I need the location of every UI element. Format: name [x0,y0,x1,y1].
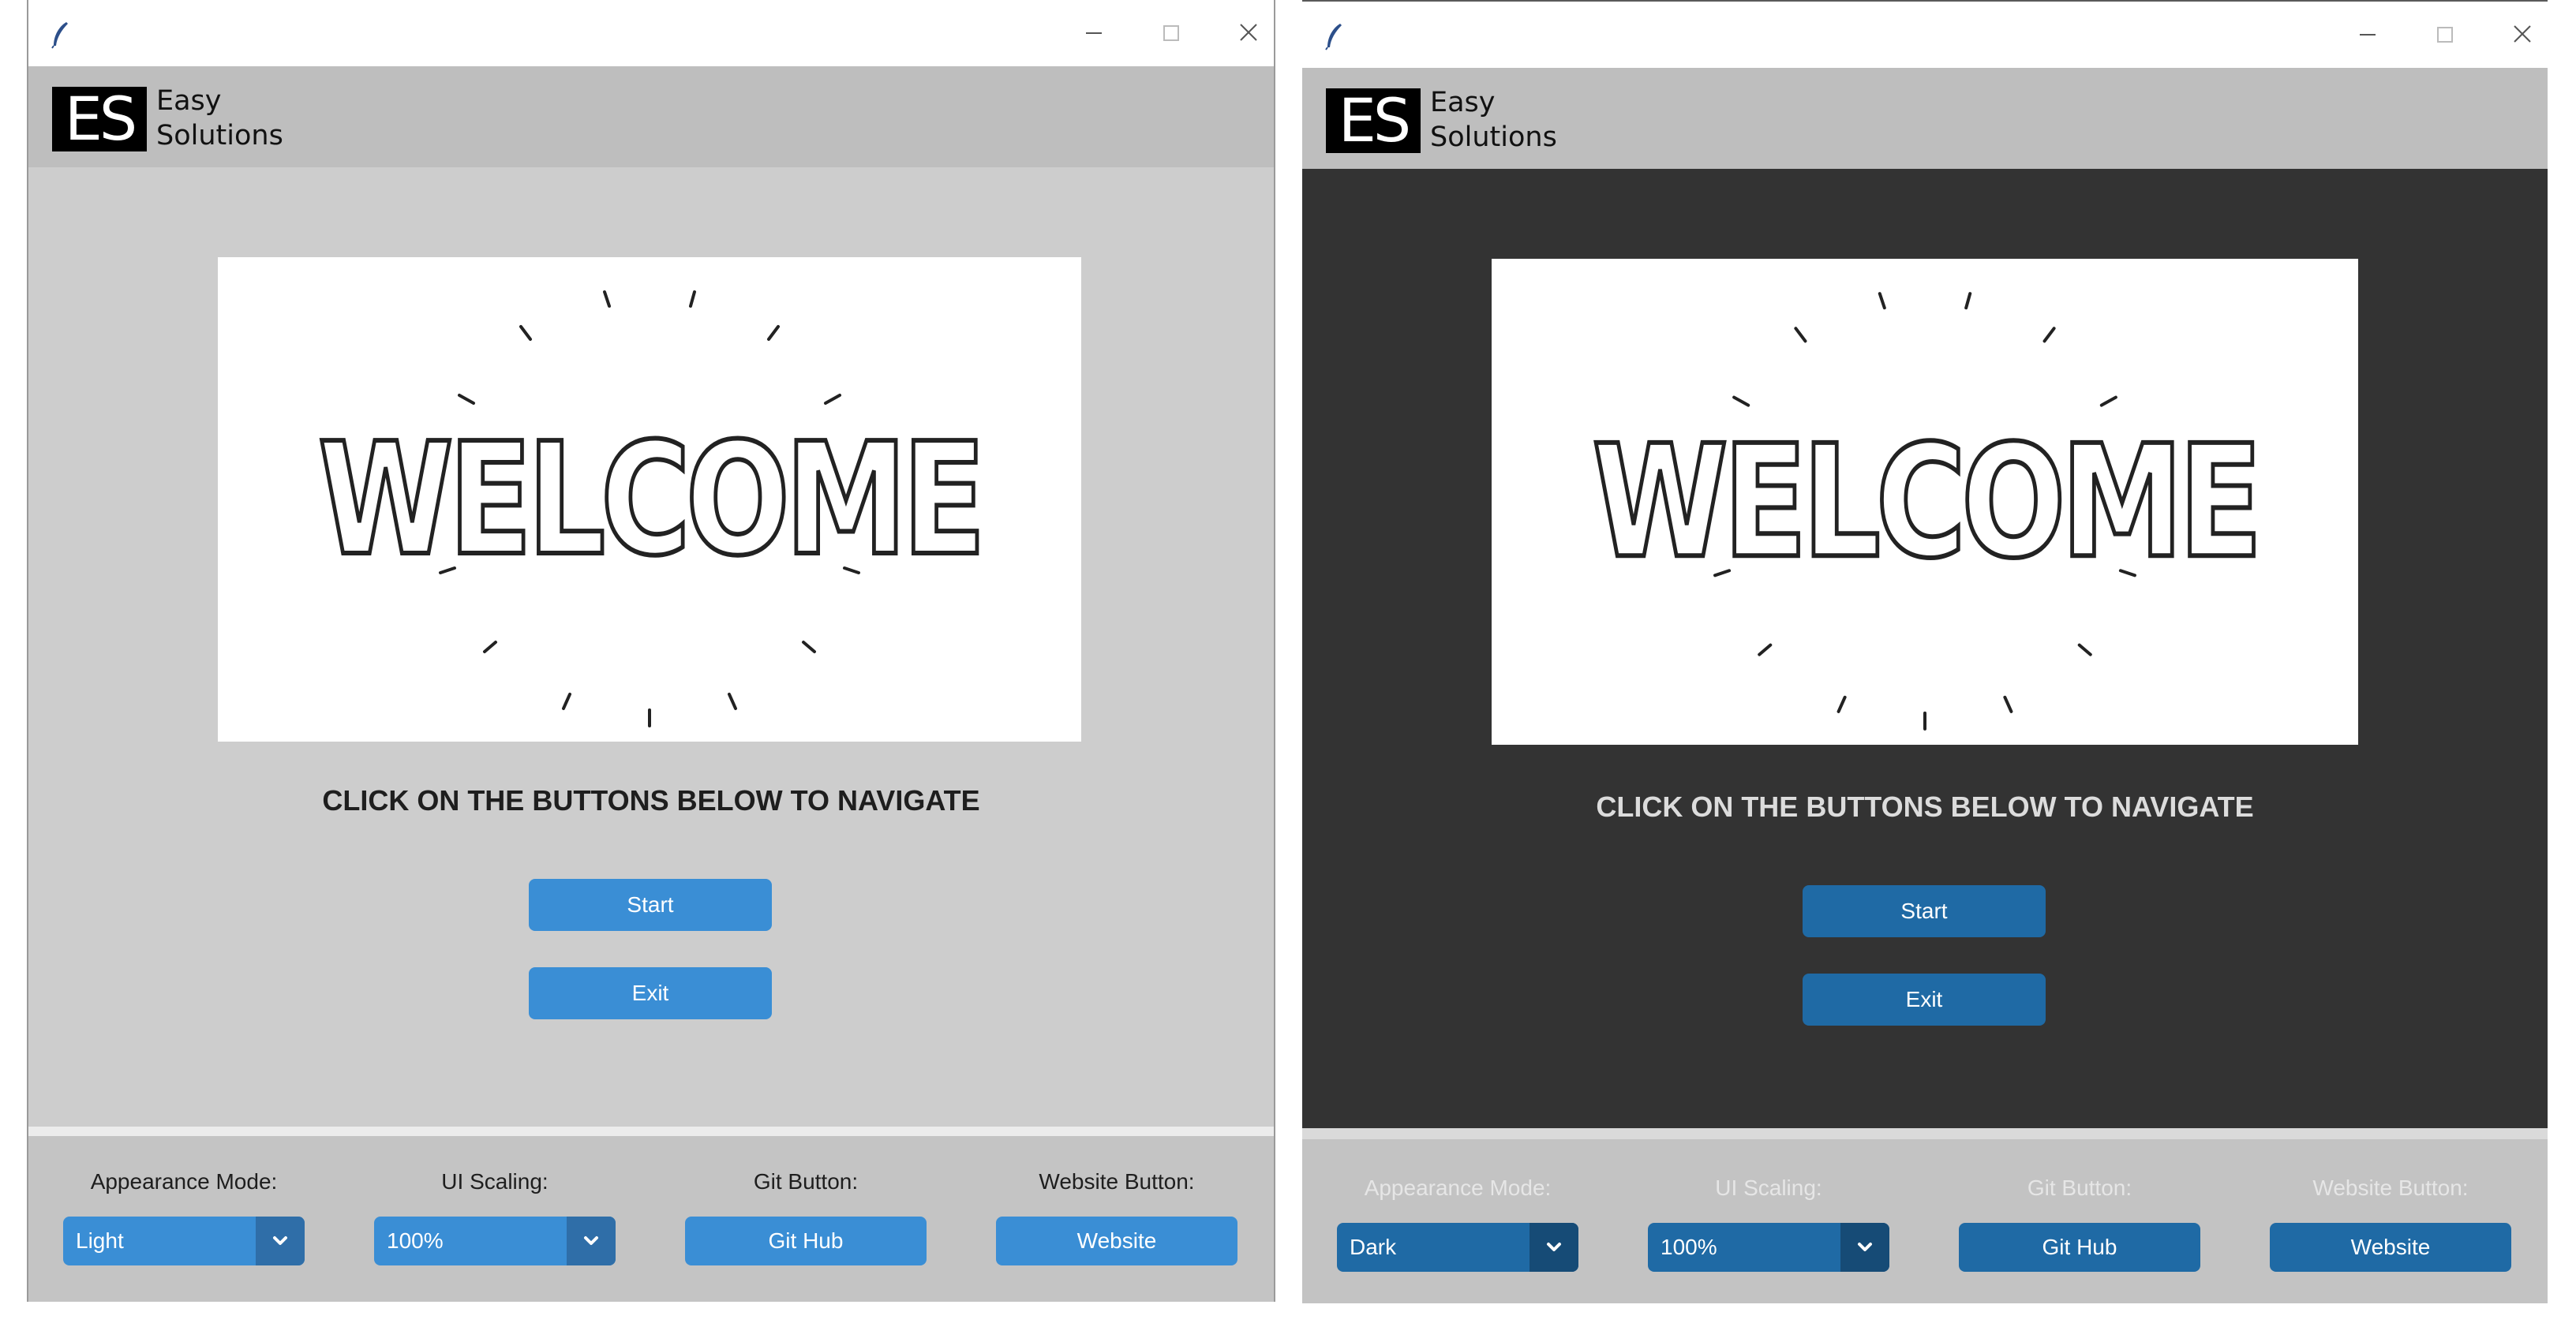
ui-scaling-label: UI Scaling: [441,1169,549,1194]
welcome-text: WELCOME [318,410,981,590]
chevron-down-icon [1547,1243,1561,1251]
brand-line-1: Easy [156,85,222,117]
git-hub-button[interactable]: Git Hub [685,1217,927,1265]
ui-scaling-arrow[interactable] [567,1217,616,1265]
git-hub-button[interactable]: Git Hub [1959,1223,2200,1272]
website-button[interactable]: Website [2270,1223,2511,1272]
appearance-mode-label: Appearance Mode: [90,1169,278,1194]
ui-scaling-dropdown[interactable]: 100% [374,1217,616,1265]
close-icon[interactable] [1231,17,1266,49]
footer-bar: Appearance Mode: UI Scaling: Git Button:… [1302,1139,2548,1303]
instruction-text: CLICK ON THE BUTTONS BELOW TO NAVIGATE [1596,791,2254,823]
logo: ES [52,87,147,151]
chevron-down-icon [584,1236,598,1245]
appearance-mode-arrow[interactable] [1530,1223,1578,1272]
maximize-icon[interactable] [2428,19,2462,50]
welcome-text: WELCOME [1592,412,2257,592]
git-button-label: Git Button: [2027,1176,2132,1200]
appearance-mode-label: Appearance Mode: [1364,1176,1552,1200]
divider [28,1127,1274,1136]
brand-name: Easy Solutions [1430,85,1557,155]
divider [1302,1128,2548,1139]
appearance-mode-dropdown[interactable]: Light [63,1217,305,1265]
logo: ES [1326,88,1421,153]
welcome-image: WELCOME [1492,259,2358,745]
feather-icon [1325,24,1342,50]
ui-scaling-value: 100% [1661,1235,1717,1259]
website-button[interactable]: Website [996,1217,1237,1265]
ui-scaling-value: 100% [387,1228,444,1253]
maximize-icon[interactable] [1154,17,1189,49]
window-dark-mode: ES Easy Solutions WELCOME CLICK ON THE B… [1302,0,2548,1303]
ui-scaling-arrow[interactable] [1840,1223,1889,1272]
brand-line-1: Easy [1430,87,1496,118]
footer-bar: Appearance Mode: UI Scaling: Git Button:… [28,1136,1274,1302]
start-button[interactable]: Start [1803,885,2046,937]
chevron-down-icon [1858,1243,1872,1251]
ui-scaling-dropdown[interactable]: 100% [1648,1223,1889,1272]
minimize-icon[interactable] [2350,19,2385,50]
chevron-down-icon [273,1236,287,1245]
brand-line-2: Solutions [1430,121,1557,153]
title-bar[interactable] [1302,2,2548,68]
git-button-label: Git Button: [753,1169,859,1194]
welcome-image: WELCOME [218,257,1081,742]
main-content: WELCOME CLICK ON THE BUTTONS BELOW TO NA… [28,167,1274,1127]
appearance-mode-value: Dark [1350,1235,1397,1259]
close-icon[interactable] [2505,19,2540,50]
header-bar: ES Easy Solutions [28,66,1274,167]
exit-button[interactable]: Exit [1803,974,2046,1026]
feather-icon [51,22,68,49]
website-button-label: Website Button: [1039,1169,1195,1194]
appearance-mode-value: Light [76,1228,124,1253]
brand-line-2: Solutions [156,120,283,151]
exit-button[interactable]: Exit [529,967,772,1019]
header-bar: ES Easy Solutions [1302,68,2548,169]
instruction-text: CLICK ON THE BUTTONS BELOW TO NAVIGATE [322,784,980,817]
title-bar[interactable] [28,0,1274,66]
brand-name: Easy Solutions [156,84,283,153]
minimize-icon[interactable] [1076,17,1111,49]
appearance-mode-dropdown[interactable]: Dark [1337,1223,1578,1272]
main-content: WELCOME CLICK ON THE BUTTONS BELOW TO NA… [1302,169,2548,1128]
window-light-mode: ES Easy Solutions WELCOME CLICK ON THE B… [27,0,1275,1302]
ui-scaling-label: UI Scaling: [1715,1176,1822,1200]
start-button[interactable]: Start [529,879,772,931]
website-button-label: Website Button: [2312,1176,2469,1200]
appearance-mode-arrow[interactable] [256,1217,305,1265]
